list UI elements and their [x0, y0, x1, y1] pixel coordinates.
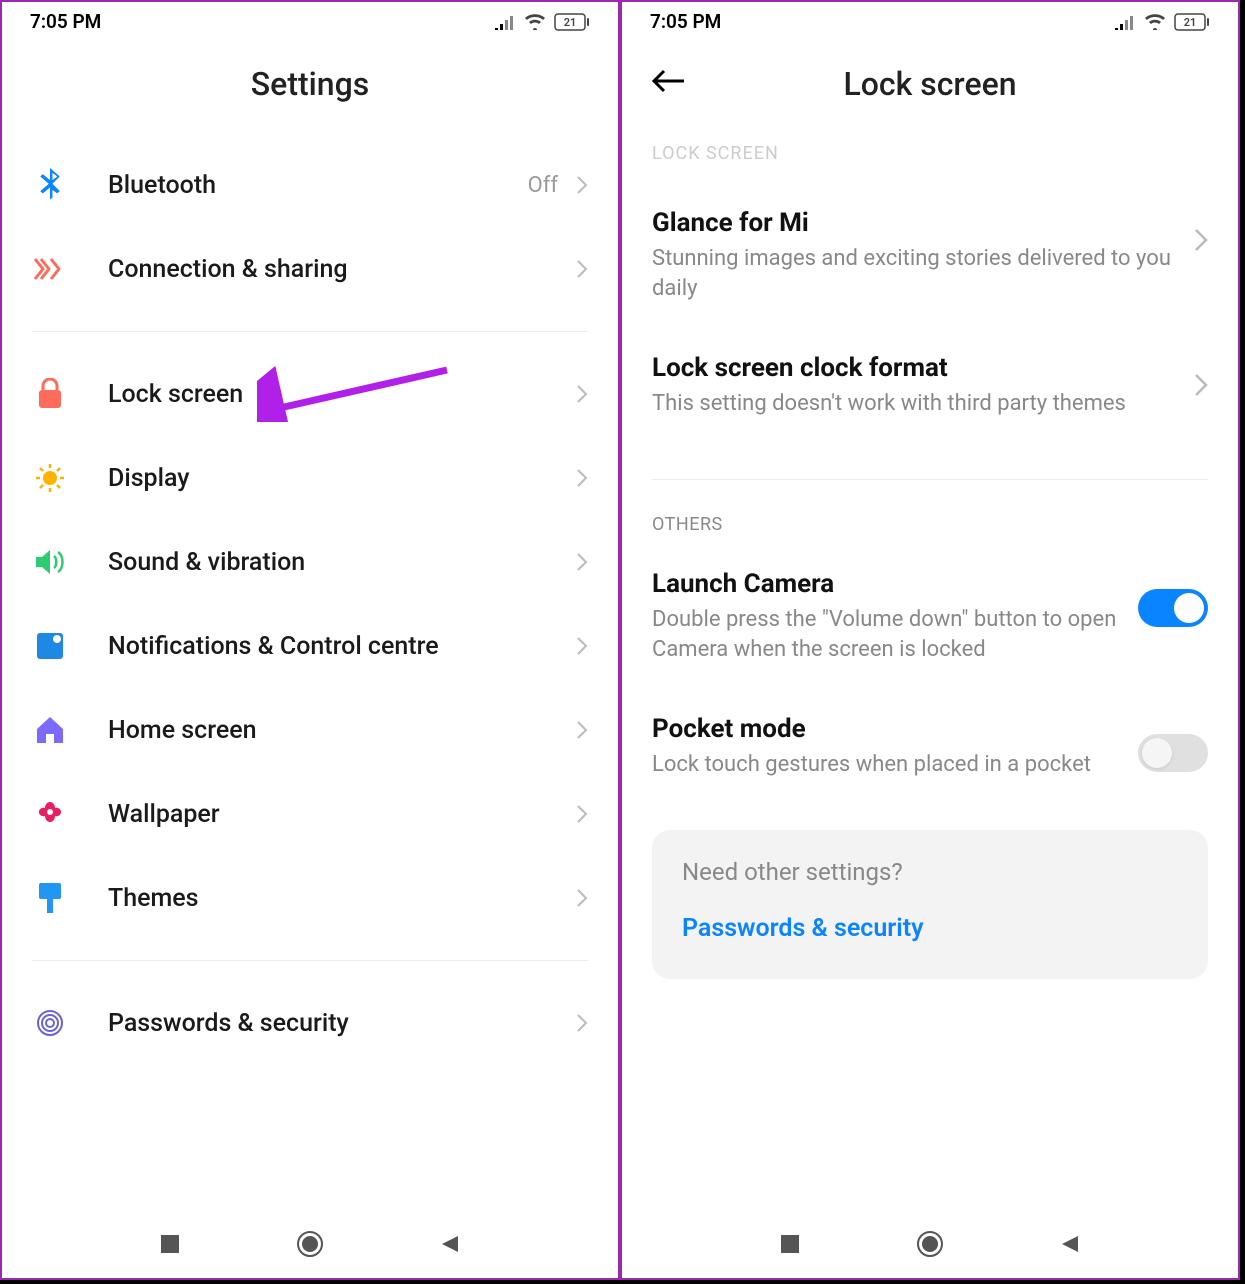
setting-desc: Double press the "Volume down" button to… [652, 605, 1120, 664]
wifi-icon [524, 14, 546, 30]
chevron-right-icon [576, 468, 588, 488]
status-time: 7:05 PM [650, 10, 721, 33]
item-label: Home screen [108, 716, 576, 745]
section-header-others: OTHERS [652, 504, 1208, 549]
item-notifications[interactable]: Notifications & Control centre [32, 604, 588, 688]
setting-desc: This setting doesn't work with third par… [652, 389, 1176, 419]
toggle-camera[interactable] [1138, 589, 1208, 627]
divider [32, 331, 588, 332]
chevron-right-icon [1194, 228, 1208, 252]
other-settings-card: Need other settings? Passwords & securit… [652, 830, 1208, 979]
home-icon [32, 712, 68, 748]
item-label: Sound & vibration [108, 548, 576, 577]
chevron-right-icon [576, 1013, 588, 1033]
chevron-right-icon [576, 384, 588, 404]
chevron-right-icon [576, 888, 588, 908]
item-label: Themes [108, 884, 576, 913]
setting-launch-camera[interactable]: Launch Camera Double press the "Volume d… [652, 549, 1208, 694]
item-label: Lock screen [108, 380, 576, 409]
setting-pocket-mode[interactable]: Pocket mode Lock touch gestures when pla… [652, 694, 1208, 810]
phone-settings: 7:05 PM 21 Settings Bluetooth Off Connec… [0, 0, 620, 1280]
item-sound[interactable]: Sound & vibration [32, 520, 588, 604]
header: Lock screen [622, 35, 1238, 143]
battery-icon: 21 [1174, 13, 1210, 31]
chevron-right-icon [576, 636, 588, 656]
nav-bar [2, 1210, 618, 1278]
setting-title: Lock screen clock format [652, 353, 1176, 383]
chevron-right-icon [576, 552, 588, 572]
chevron-right-icon [576, 259, 588, 279]
wifi-icon [1144, 14, 1166, 30]
item-themes[interactable]: Themes [32, 856, 588, 940]
nav-back-icon[interactable] [1058, 1232, 1082, 1256]
item-value: Off [528, 173, 558, 198]
phone-lock-screen: 7:05 PM 21 Lock screen LOCK SCREEN Glanc… [620, 0, 1240, 1280]
setting-glance[interactable]: Glance for Mi Stunning images and exciti… [652, 188, 1208, 333]
status-bar: 7:05 PM 21 [2, 2, 618, 35]
nav-bar [622, 1210, 1238, 1278]
chevron-right-icon [576, 175, 588, 195]
brush-icon [32, 880, 68, 916]
nav-recent-icon[interactable] [158, 1232, 182, 1256]
svg-text:21: 21 [564, 16, 577, 29]
lock-icon [32, 376, 68, 412]
nav-home-icon[interactable] [295, 1229, 325, 1259]
sun-icon [32, 460, 68, 496]
battery-icon: 21 [554, 13, 590, 31]
item-label: Connection & sharing [108, 255, 576, 284]
page-title: Settings [2, 65, 618, 103]
setting-desc: Lock touch gestures when placed in a poc… [652, 750, 1120, 780]
section-header: LOCK SCREEN [652, 143, 1208, 188]
item-connection[interactable]: Connection & sharing [32, 227, 588, 311]
page-title: Lock screen [622, 65, 1238, 103]
header: Settings [2, 35, 618, 143]
passwords-security-link[interactable]: Passwords & security [682, 914, 1178, 943]
setting-title: Launch Camera [652, 569, 1120, 599]
signal-icon [1114, 14, 1136, 30]
chevron-right-icon [576, 804, 588, 824]
setting-desc: Stunning images and exciting stories del… [652, 244, 1176, 303]
nav-back-icon[interactable] [438, 1232, 462, 1256]
status-indicators: 21 [1114, 13, 1210, 31]
item-label: Bluetooth [108, 171, 528, 200]
setting-title: Glance for Mi [652, 208, 1176, 238]
item-label: Passwords & security [108, 1009, 576, 1038]
divider [652, 479, 1208, 480]
nav-home-icon[interactable] [915, 1229, 945, 1259]
status-bar: 7:05 PM 21 [622, 2, 1238, 35]
divider [32, 960, 588, 961]
signal-icon [494, 14, 516, 30]
connection-icon [32, 251, 68, 287]
bluetooth-icon [32, 167, 68, 203]
setting-clock-format[interactable]: Lock screen clock format This setting do… [652, 333, 1208, 449]
item-wallpaper[interactable]: Wallpaper [32, 772, 588, 856]
chevron-right-icon [576, 720, 588, 740]
toggle-pocket[interactable] [1138, 734, 1208, 772]
back-button[interactable] [652, 69, 686, 97]
item-label: Display [108, 464, 576, 493]
tile-icon [32, 628, 68, 664]
setting-title: Pocket mode [652, 714, 1120, 744]
fingerprint-icon [32, 1005, 68, 1041]
item-passwords[interactable]: Passwords & security [32, 981, 588, 1065]
nav-recent-icon[interactable] [778, 1232, 802, 1256]
chevron-right-icon [1194, 373, 1208, 397]
flower-icon [32, 796, 68, 832]
item-label: Wallpaper [108, 800, 576, 829]
status-indicators: 21 [494, 13, 590, 31]
item-display[interactable]: Display [32, 436, 588, 520]
volume-icon [32, 544, 68, 580]
item-lock-screen[interactable]: Lock screen [32, 352, 588, 436]
svg-text:21: 21 [1184, 16, 1197, 29]
item-bluetooth[interactable]: Bluetooth Off [32, 143, 588, 227]
status-time: 7:05 PM [30, 10, 101, 33]
item-home-screen[interactable]: Home screen [32, 688, 588, 772]
other-prompt: Need other settings? [682, 858, 1178, 886]
item-label: Notifications & Control centre [108, 632, 576, 661]
